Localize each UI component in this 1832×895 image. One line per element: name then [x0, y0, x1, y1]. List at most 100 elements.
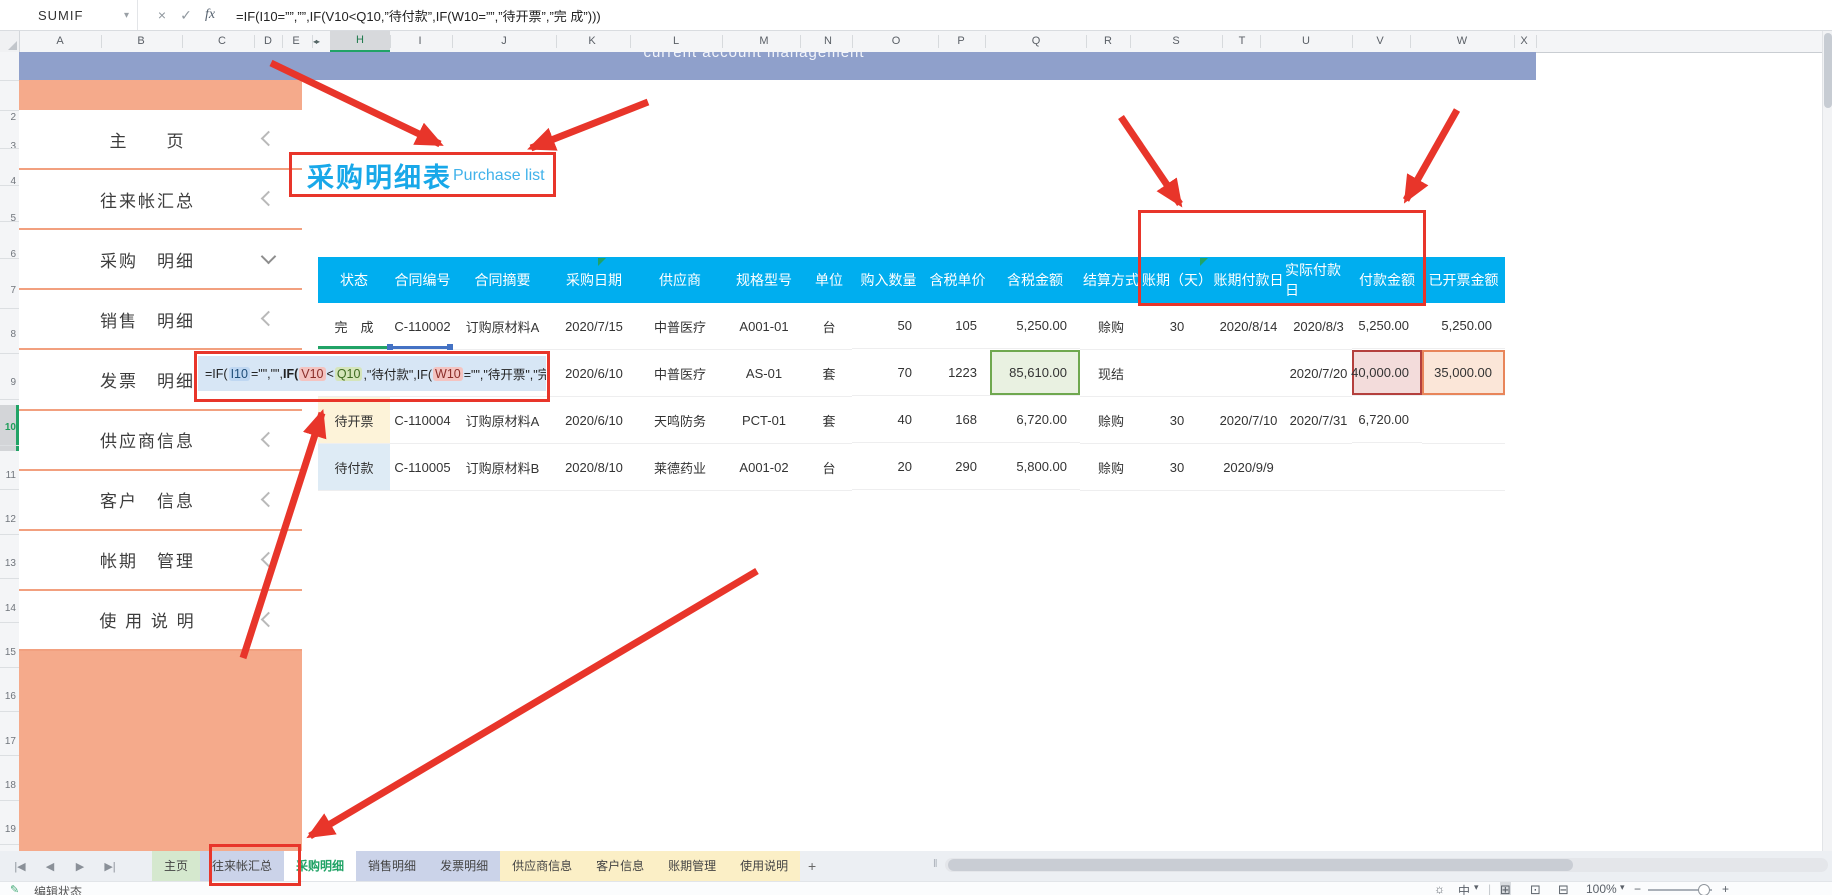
table-cell[interactable]: 105 — [925, 303, 990, 349]
table-cell[interactable] — [1422, 397, 1505, 444]
table-cell[interactable] — [1422, 444, 1505, 491]
table-header-cell[interactable]: 供应商 — [638, 257, 722, 303]
row-header[interactable]: 5 — [10, 213, 16, 224]
column-header-n[interactable]: N — [824, 31, 832, 52]
row-header[interactable]: 14 — [5, 603, 16, 614]
table-cell[interactable]: 天鸣防务 — [638, 397, 722, 444]
table-header-cell[interactable]: 单位 — [806, 257, 852, 303]
row-header[interactable]: 18 — [5, 780, 16, 791]
table-cell[interactable]: 5,250.00 — [1352, 303, 1422, 349]
zoom-out-button[interactable]: − — [1634, 882, 1641, 895]
table-cell[interactable]: 5,250.00 — [1422, 303, 1505, 349]
select-all-corner[interactable] — [0, 31, 20, 52]
row-header[interactable]: 11 — [6, 470, 16, 481]
table-cell[interactable]: 5,250.00 — [990, 303, 1080, 349]
column-header-o[interactable]: O — [892, 31, 901, 52]
table-cell[interactable]: 完 成 — [318, 303, 390, 350]
sheet-tab-credit-period[interactable]: 账期管理 — [656, 851, 728, 881]
table-header-cell[interactable]: 结算方式 — [1080, 257, 1142, 303]
column-header-s[interactable]: S — [1172, 31, 1179, 52]
name-box[interactable]: SUMIF ▾ — [0, 0, 138, 30]
column-header-c[interactable]: C — [218, 31, 226, 52]
table-cell[interactable]: 2020/7/31 — [1285, 397, 1352, 444]
column-header-p[interactable]: P — [957, 31, 964, 52]
table-cell[interactable] — [1352, 444, 1422, 491]
table-cell[interactable]: 中普医疗 — [638, 350, 722, 397]
table-cell[interactable]: 40 — [852, 397, 925, 443]
sidebar-item-sales-detail[interactable]: 销售 明细 — [19, 290, 302, 350]
table-cell[interactable]: 中普医疗 — [638, 303, 722, 350]
row-header[interactable]: 19 — [5, 824, 16, 835]
table-cell[interactable]: 2020/8/14 — [1212, 303, 1285, 350]
table-cell[interactable]: 2020/7/15 — [550, 303, 638, 350]
tab-nav-next[interactable]: ▶ — [70, 860, 90, 873]
cancel-icon[interactable]: × — [150, 7, 174, 23]
table-cell[interactable] — [1212, 350, 1285, 397]
column-header-d[interactable]: D — [264, 31, 272, 52]
table-cell[interactable]: 套 — [806, 397, 852, 444]
table-cell[interactable]: PCT-01 — [722, 397, 806, 444]
table-cell[interactable]: 30 — [1142, 397, 1212, 444]
table-header-cell[interactable]: 状态 — [318, 257, 390, 303]
in-cell-formula-editor[interactable]: =IF(I10="","",IF(V10<Q10,"待付款",IF(W10=""… — [198, 356, 546, 391]
table-cell[interactable]: 莱德药业 — [638, 444, 722, 491]
table-header-cell[interactable]: 采购日期 — [550, 257, 638, 303]
table-cell[interactable]: 290 — [925, 444, 990, 490]
table-cell[interactable]: 30 — [1142, 444, 1212, 491]
table-cell[interactable]: 2020/9/9 — [1212, 444, 1285, 491]
sidebar-item-home[interactable]: 主 页 — [19, 110, 302, 170]
h-scrollbar[interactable] — [945, 858, 1828, 872]
page-break-view-icon[interactable]: ⊟ — [1558, 882, 1569, 895]
formula-input[interactable]: =IF(I10=””,””,IF(V10<Q10,”待付款”,IF(W10=””… — [236, 6, 601, 25]
table-cell[interactable]: 台 — [806, 444, 852, 491]
sidebar-item-credit-period[interactable]: 帐期 管理 — [19, 531, 302, 591]
eye-protection-icon[interactable]: ☼ — [1434, 882, 1445, 895]
name-box-caret-icon[interactable]: ▾ — [124, 10, 129, 21]
row-header[interactable]: 3 — [10, 141, 16, 152]
table-cell[interactable]: 订购原材料A — [455, 397, 550, 444]
table-cell[interactable]: 5,800.00 — [990, 444, 1080, 490]
table-cell[interactable]: 赊购 — [1080, 303, 1142, 350]
sheet-tab-customer-info[interactable]: 客户信息 — [584, 851, 656, 881]
table-cell[interactable]: 70 — [852, 350, 925, 396]
table-cell[interactable]: 台 — [806, 303, 852, 350]
table-cell[interactable]: 50 — [852, 303, 925, 349]
table-cell[interactable]: 现结 — [1080, 350, 1142, 397]
chevron-down-icon[interactable]: ▾ — [1474, 882, 1479, 893]
table-header-cell[interactable]: 合同编号 — [390, 257, 455, 303]
table-cell-ref-w10[interactable]: 35,000.00 — [1422, 350, 1505, 396]
column-header-e[interactable]: E — [292, 31, 299, 52]
column-header-w[interactable]: W — [1457, 31, 1467, 52]
column-header-m[interactable]: M — [759, 31, 768, 52]
table-cell[interactable]: A001-01 — [722, 303, 806, 350]
column-header-r[interactable]: R — [1104, 31, 1112, 52]
table-cell[interactable]: 赊购 — [1080, 444, 1142, 491]
table-header-cell[interactable]: 含税单价 — [925, 257, 990, 303]
sheet-tab-supplier-info[interactable]: 供应商信息 — [500, 851, 584, 881]
row-header[interactable]: 7 — [10, 285, 16, 296]
sidebar-item-instructions[interactable]: 使 用 说 明 — [19, 591, 302, 651]
column-header-a[interactable]: A — [56, 31, 63, 52]
add-sheet-button[interactable]: + — [800, 858, 824, 874]
v-scrollbar[interactable] — [1822, 31, 1832, 851]
table-cell[interactable]: C-110002 — [390, 303, 455, 350]
table-cell-ref-q10[interactable]: 85,610.00 — [990, 350, 1080, 396]
table-cell[interactable]: AS-01 — [722, 350, 806, 397]
column-header-j[interactable]: J — [501, 31, 507, 52]
table-cell-ref-v10[interactable]: 40,000.00 — [1352, 350, 1422, 396]
sheet-tab-invoice-detail[interactable]: 发票明细 — [428, 851, 500, 881]
column-header-q[interactable]: Q — [1032, 31, 1041, 52]
column-header-x[interactable]: X — [1520, 31, 1527, 52]
table-cell[interactable]: 2020/6/10 — [550, 397, 638, 444]
table-cell[interactable]: 1223 — [925, 350, 990, 396]
table-cell[interactable]: C-110004 — [390, 397, 455, 444]
sheet-tab-sales-detail[interactable]: 销售明细 — [356, 851, 428, 881]
confirm-icon[interactable]: ✓ — [174, 7, 198, 24]
table-header-cell[interactable]: 合同摘要 — [455, 257, 550, 303]
table-cell-status[interactable]: 待付款 — [318, 444, 390, 491]
table-cell[interactable]: 6,720.00 — [1352, 397, 1422, 443]
row-header[interactable]: 15 — [5, 647, 16, 658]
sidebar-item-account-summary[interactable]: 往来帐汇总 — [19, 170, 302, 230]
sidebar-item-supplier-info[interactable]: 供应商信息 — [19, 411, 302, 471]
table-cell[interactable]: 订购原材料A — [455, 303, 550, 350]
